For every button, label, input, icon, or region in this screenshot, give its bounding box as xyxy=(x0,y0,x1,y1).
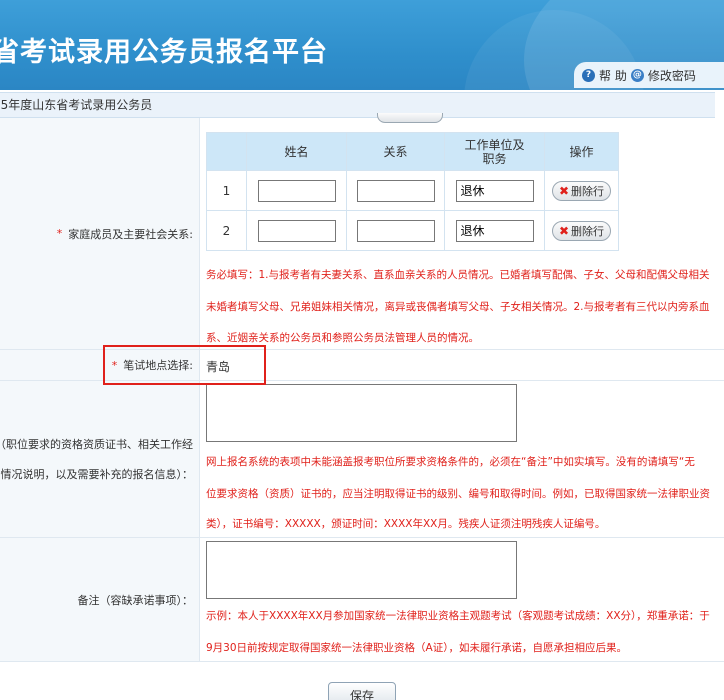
user-icon[interactable]: @ xyxy=(630,68,644,82)
remarks-note: 位要求资格（资质）证书的，应当注明取得证书的级别、编号和取得时间。例如，已取得国… xyxy=(206,488,710,500)
delete-row-button[interactable]: ✖ 删除行 xyxy=(551,180,612,201)
remarks-note: 类），证书编号：XXXXX，颁证时间：XXXX年XX月。残疾人证须注明残疾人证编… xyxy=(206,518,606,530)
column-header-action: 操作 xyxy=(544,132,619,171)
family-note: 系、近姻亲关系的公务员和参照公务员法管理人员的情况。 xyxy=(206,332,479,344)
name-input[interactable] xyxy=(257,219,336,242)
delete-row-button[interactable]: ✖ 删除行 xyxy=(551,220,612,241)
delete-icon: ✖ xyxy=(558,223,570,238)
commitment-label: 备注（容缺承诺事项）： xyxy=(0,538,200,661)
delete-row-label: 删除行 xyxy=(571,224,605,238)
table-row: 2 ✖ 删除行 xyxy=(206,210,619,251)
remarks-note: 网上报名系统的表项中未能涵盖报考职位所要求资格条件的，必须在“备注”中如实填写。… xyxy=(206,456,695,468)
remarks-row: 注（职位要求的资格资质证书、相关工作经 等情况说明，以及需要补充的报名信息）： … xyxy=(0,381,724,538)
family-note: 未婚者填写父母、兄弟姐妹相关情况，离异或丧偶者填写父母、子女相关情况。2.与报考… xyxy=(206,301,710,313)
help-icon[interactable]: ? xyxy=(582,68,595,82)
commitment-note: 9月30日前按规定取得国家统一法律职业资格（A证），如未履行承诺，自愿承担相应后… xyxy=(206,642,627,654)
add-row-button[interactable] xyxy=(377,113,443,123)
family-note: 务必填写：1.与报考者有夫妻关系、直系血亲关系的人员情况。已婚者填写配偶、子女、… xyxy=(206,269,710,281)
family-table: 姓名 关系 工作单位及 职务 操作 1 ✖ 删除行 2 xyxy=(206,132,619,251)
delete-row-label: 删除行 xyxy=(571,184,605,198)
row-index: 2 xyxy=(206,210,247,251)
remarks-label-line: 等情况说明，以及需要补充的报名信息）： xyxy=(0,468,193,481)
app-title: 省考试录用公务员报名平台 xyxy=(0,37,328,68)
exam-location-value-cell: 青岛 xyxy=(201,350,724,380)
required-mark: * xyxy=(111,358,118,372)
column-header-workplace: 工作单位及 职务 xyxy=(444,132,545,171)
column-header-relation: 关系 xyxy=(346,132,445,171)
delete-icon: ✖ xyxy=(558,183,570,198)
commitment-textarea[interactable] xyxy=(206,541,517,599)
exam-location-row: * 笔试地点选择: 青岛 xyxy=(0,350,724,381)
exam-location-label-text: 笔试地点选择: xyxy=(123,359,193,372)
exam-location-label: * 笔试地点选择: xyxy=(0,350,200,380)
row-index: 1 xyxy=(206,170,247,211)
help-link[interactable]: 帮 助 xyxy=(599,67,627,84)
commitment-value: 示例：本人于XXXX年XX月参加国家统一法律职业资格主观题考试（客观题考试成绩：… xyxy=(201,538,724,661)
required-mark: * xyxy=(56,227,63,240)
relation-input[interactable] xyxy=(356,219,435,242)
family-table-header: 姓名 关系 工作单位及 职务 操作 xyxy=(206,132,619,171)
save-button[interactable]: 保存 xyxy=(328,682,396,700)
remarks-textarea[interactable] xyxy=(206,384,517,442)
workplace-input[interactable] xyxy=(455,179,534,202)
change-password-link[interactable]: 修改密码 xyxy=(648,67,696,84)
app-header: 省考试录用公务员报名平台 ? 帮 助 @ 修改密码 xyxy=(0,0,724,90)
remarks-label: 注（职位要求的资格资质证书、相关工作经 等情况说明，以及需要补充的报名信息）： xyxy=(0,381,200,537)
commitment-row: 备注（容缺承诺事项）： 示例：本人于XXXX年XX月参加国家统一法律职业资格主观… xyxy=(0,538,724,662)
family-value: 姓名 关系 工作单位及 职务 操作 1 ✖ 删除行 2 xyxy=(201,113,724,349)
remarks-label-line: 注（职位要求的资格资质证书、相关工作经 xyxy=(0,438,193,451)
commitment-label-text: 备注（容缺承诺事项）： xyxy=(77,593,194,607)
table-row: 1 ✖ 删除行 xyxy=(206,170,619,211)
remarks-value: 网上报名系统的表项中未能涵盖报考职位所要求资格条件的，必须在“备注”中如实填写。… xyxy=(201,381,724,537)
workplace-input[interactable] xyxy=(455,219,534,242)
family-label-text: 家庭成员及主要社会关系: xyxy=(68,227,193,241)
column-header-name: 姓名 xyxy=(246,132,347,171)
column-header-index xyxy=(206,132,247,171)
family-label: * 家庭成员及主要社会关系: xyxy=(0,118,200,349)
family-row: * 家庭成员及主要社会关系: 姓名 关系 工作单位及 职务 操作 1 ✖ 删除 xyxy=(0,113,724,350)
exam-location-value: 青岛 xyxy=(206,360,231,374)
name-input[interactable] xyxy=(257,179,336,202)
breadcrumb: 25年度山东省考试录用公务员 xyxy=(0,92,715,118)
relation-input[interactable] xyxy=(356,179,435,202)
commitment-note: 示例：本人于XXXX年XX月参加国家统一法律职业资格主观题考试（客观题考试成绩：… xyxy=(206,610,710,622)
header-tools: ? 帮 助 @ 修改密码 xyxy=(574,62,724,88)
